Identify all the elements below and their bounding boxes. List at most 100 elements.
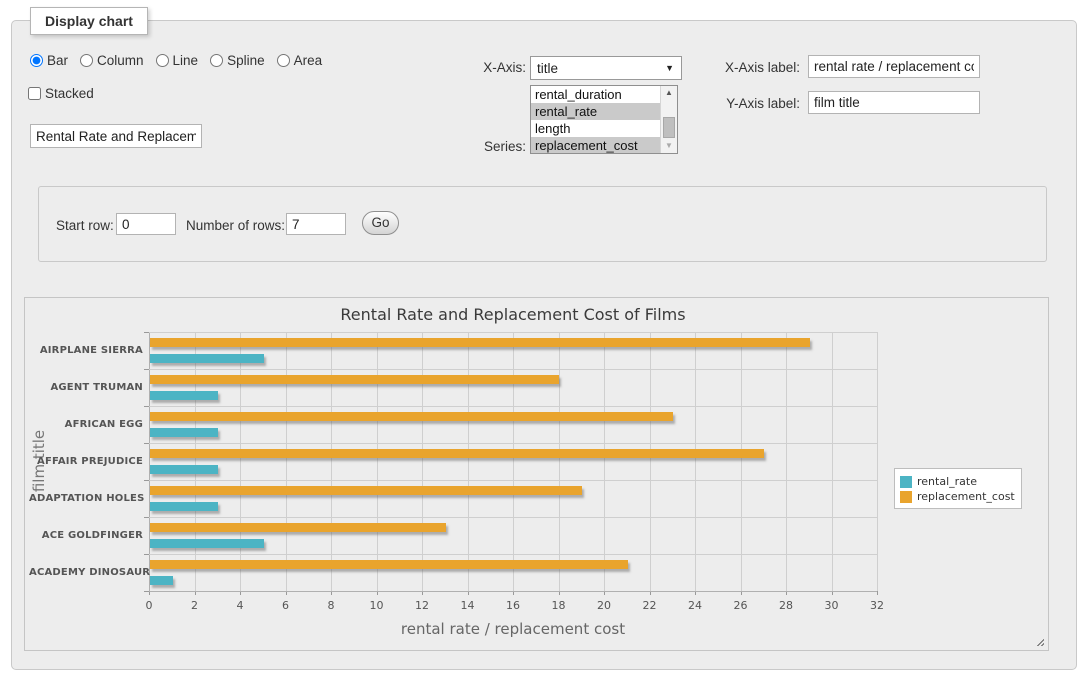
x-tick-label: 28 <box>771 599 801 612</box>
category-label: ADAPTATION HOLES <box>29 493 143 504</box>
go-button[interactable]: Go <box>362 211 399 235</box>
x-axis-title: rental rate / replacement cost <box>149 620 877 638</box>
resize-handle[interactable] <box>1034 636 1044 646</box>
start-row-label: Start row: <box>56 218 114 233</box>
bar-replacement_cost <box>150 375 559 384</box>
category-label: AIRPLANE SIERRA <box>29 345 143 356</box>
x-gridline <box>741 332 742 591</box>
y-gridline <box>149 443 877 444</box>
y-gridline <box>149 406 877 407</box>
x-tick-label: 20 <box>589 599 619 612</box>
x-tick-label: 10 <box>362 599 392 612</box>
chart-legend: rental_rate replacement_cost <box>894 468 1022 509</box>
series-listbox[interactable]: rental_durationrental_ratelengthreplacem… <box>530 85 678 154</box>
y-gridline <box>149 517 877 518</box>
y-tick-mark <box>144 406 149 407</box>
x-axis-label-input[interactable] <box>808 55 980 78</box>
y-axis-label-input[interactable] <box>808 91 980 114</box>
chart-type-radio-bar[interactable] <box>30 54 43 67</box>
bar-replacement_cost <box>150 486 582 495</box>
start-row-input[interactable] <box>116 213 176 235</box>
num-rows-input[interactable] <box>286 213 346 235</box>
x-tick-mark <box>877 591 878 595</box>
x-gridline <box>149 332 150 591</box>
bar-rental_rate <box>150 428 218 437</box>
legend-label: replacement_cost <box>917 490 1015 503</box>
bar-rental_rate <box>150 354 264 363</box>
x-tick-label: 30 <box>817 599 847 612</box>
x-tick-label: 32 <box>862 599 892 612</box>
chart-type-label: Column <box>97 53 144 68</box>
x-gridline <box>786 332 787 591</box>
x-tick-label: 12 <box>407 599 437 612</box>
x-gridline <box>331 332 332 591</box>
legend-label: rental_rate <box>917 475 977 488</box>
bar-rental_rate <box>150 502 218 511</box>
stacked-label: Stacked <box>45 86 94 101</box>
series-option-replacement_cost[interactable]: replacement_cost <box>531 137 660 153</box>
scrollbar-up-icon[interactable]: ▲ <box>661 86 677 100</box>
y-gridline <box>149 591 877 592</box>
x-axis-select[interactable]: title ▼ <box>530 56 682 80</box>
bar-rental_rate <box>150 576 173 585</box>
bar-replacement_cost <box>150 338 810 347</box>
category-label: AGENT TRUMAN <box>29 382 143 393</box>
x-gridline <box>877 332 878 591</box>
y-gridline <box>149 554 877 555</box>
chart-type-label: Area <box>294 53 323 68</box>
chart-title-input[interactable] <box>30 124 202 148</box>
stacked-option[interactable]: Stacked <box>28 86 94 101</box>
y-gridline <box>149 480 877 481</box>
x-gridline <box>240 332 241 591</box>
series-option-rental_duration[interactable]: rental_duration <box>531 86 660 103</box>
num-rows-label: Number of rows: <box>186 218 285 233</box>
chart: Rental Rate and Replacement Cost of Film… <box>24 297 1049 651</box>
chart-title: Rental Rate and Replacement Cost of Film… <box>149 305 877 324</box>
x-axis-selected-value: title <box>537 61 558 76</box>
y-axis-label-field-label: Y-Axis label: <box>708 96 800 111</box>
y-tick-mark <box>144 332 149 333</box>
x-tick-label: 6 <box>271 599 301 612</box>
chart-type-radio-line[interactable] <box>156 54 169 67</box>
series-option-rental_rate[interactable]: rental_rate <box>531 103 660 120</box>
chart-type-column[interactable]: Column <box>80 53 144 68</box>
y-tick-mark <box>144 517 149 518</box>
category-label: AFRICAN EGG <box>29 419 143 430</box>
chart-type-radio-column[interactable] <box>80 54 93 67</box>
panel-title: Display chart <box>30 7 148 35</box>
chart-type-radio-spline[interactable] <box>210 54 223 67</box>
chart-type-line[interactable]: Line <box>156 53 199 68</box>
chart-type-label: Bar <box>47 53 68 68</box>
chart-type-radio-area[interactable] <box>277 54 290 67</box>
chart-type-label: Spline <box>227 53 265 68</box>
x-gridline <box>513 332 514 591</box>
series-scrollbar[interactable]: ▲ ▼ <box>660 86 677 153</box>
scrollbar-down-icon[interactable]: ▼ <box>661 139 677 153</box>
category-label: AFFAIR PREJUDICE <box>29 456 143 467</box>
bar-replacement_cost <box>150 449 764 458</box>
x-tick-label: 0 <box>134 599 164 612</box>
x-gridline <box>832 332 833 591</box>
x-tick-label: 2 <box>180 599 210 612</box>
x-tick-label: 18 <box>544 599 574 612</box>
x-tick-label: 8 <box>316 599 346 612</box>
bar-replacement_cost <box>150 412 673 421</box>
stacked-checkbox[interactable] <box>28 87 41 100</box>
y-tick-mark <box>144 480 149 481</box>
x-gridline <box>650 332 651 591</box>
scrollbar-thumb[interactable] <box>663 117 675 138</box>
chart-type-group: Bar Column Line Spline Area <box>30 53 322 68</box>
x-tick-label: 22 <box>635 599 665 612</box>
x-gridline <box>695 332 696 591</box>
y-tick-mark <box>144 369 149 370</box>
chart-type-area[interactable]: Area <box>277 53 323 68</box>
x-axis-field-label: X-Axis: <box>452 60 526 75</box>
bar-rental_rate <box>150 539 264 548</box>
x-tick-label: 4 <box>225 599 255 612</box>
series-options: rental_durationrental_ratelengthreplacem… <box>531 86 660 153</box>
chart-type-bar[interactable]: Bar <box>30 53 68 68</box>
chart-type-spline[interactable]: Spline <box>210 53 265 68</box>
bar-replacement_cost <box>150 560 628 569</box>
series-option-length[interactable]: length <box>531 120 660 137</box>
x-gridline <box>604 332 605 591</box>
